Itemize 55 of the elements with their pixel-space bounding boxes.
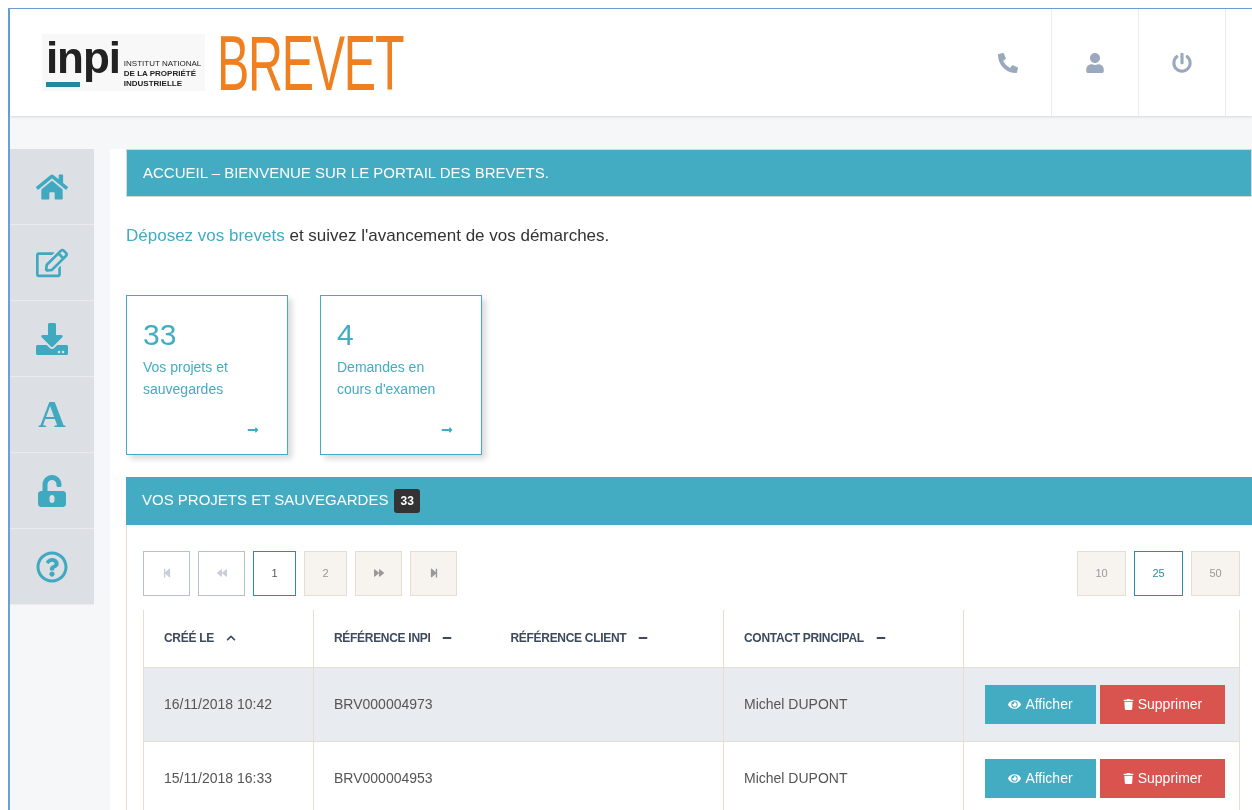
summary-card[interactable]: 33 Vos projets et sauvegardes: [126, 294, 288, 455]
logo-text: INSTITUT NATIONAL: [123, 59, 202, 69]
rewind-icon: [216, 568, 227, 578]
fast-forward-icon: [373, 568, 384, 578]
table-cell-text: BRV000004973: [334, 694, 433, 714]
eye-icon: [1008, 697, 1022, 711]
card-count: 33: [143, 317, 178, 352]
delete-button[interactable]: Supprimer: [1100, 758, 1225, 798]
deposit-link[interactable]: Déposez vos brevets: [126, 226, 285, 245]
edit-icon: [36, 246, 68, 279]
help-icon: [36, 550, 68, 583]
last-page-button[interactable]: [410, 550, 457, 596]
card-count: 4: [337, 317, 355, 352]
page-size-button[interactable]: 25: [1134, 550, 1183, 596]
power-icon: [1172, 52, 1192, 73]
sidebar-font-item[interactable]: A: [10, 377, 94, 453]
column-header[interactable]: CONTACT PRINCIPAL: [744, 629, 864, 647]
sort-ascending-icon[interactable]: [225, 633, 236, 643]
unlock-icon: [36, 474, 68, 507]
card-label: Vos projets et sauvegardes: [143, 357, 229, 399]
table-cell-text: Michel DUPONT: [744, 694, 848, 714]
download-icon: [36, 322, 68, 355]
section-title: VOS PROJETS ET SAUVEGARDES: [142, 490, 389, 511]
user-icon: [1085, 52, 1105, 73]
trash-icon: [1122, 772, 1134, 784]
table-cell-text: Michel DUPONT: [744, 768, 848, 788]
eye-icon: [1008, 771, 1022, 785]
logo-text: INDUSTRIELLE: [123, 79, 184, 89]
column-header[interactable]: RÉFÉRENCE INPI: [334, 629, 431, 647]
logo-bar: [46, 82, 80, 87]
page-title: ACCUEIL – BIENVENUE SUR LE PORTAIL DES BREVETS.: [143, 162, 549, 183]
phone-icon: [998, 52, 1018, 73]
product-title: BREVET: [217, 23, 404, 102]
table-row[interactable]: 16/11/2018 10:42 BRV000004973 Michel DUPONT Afficher Supprimer: [144, 667, 1239, 742]
welcome-text: Déposez vos brevets et suivez l'avancement de vos démarches.: [126, 225, 611, 247]
page-size-button[interactable]: 50: [1191, 550, 1240, 596]
view-button[interactable]: Afficher: [985, 758, 1096, 798]
skip-back-icon: [161, 568, 172, 578]
view-button[interactable]: Afficher: [985, 684, 1096, 724]
count-badge: 33: [394, 488, 420, 513]
page-button[interactable]: 2: [304, 550, 347, 596]
page-button[interactable]: 1: [253, 550, 296, 596]
table-cell-text: BRV000004953: [334, 768, 433, 788]
column-header[interactable]: CRÉÉ LE: [164, 629, 214, 647]
trash-icon: [1122, 698, 1134, 710]
column-header[interactable]: RÉFÉRENCE CLIENT: [510, 629, 627, 647]
table-cell-text: 15/11/2018 16:33: [164, 768, 272, 788]
summary-card[interactable]: 4 Demandes en cours d'examen: [320, 294, 482, 455]
table-cell-text: 16/11/2018 10:42: [164, 694, 272, 714]
card-label: Demandes en cours d'examen: [337, 357, 437, 399]
delete-button[interactable]: Supprimer: [1100, 684, 1225, 724]
next-page-button[interactable]: [355, 550, 402, 596]
page-size-button[interactable]: 10: [1077, 550, 1126, 596]
logo-text: DE LA PROPRIÉTÉ: [123, 69, 197, 79]
skip-forward-icon: [428, 568, 439, 578]
